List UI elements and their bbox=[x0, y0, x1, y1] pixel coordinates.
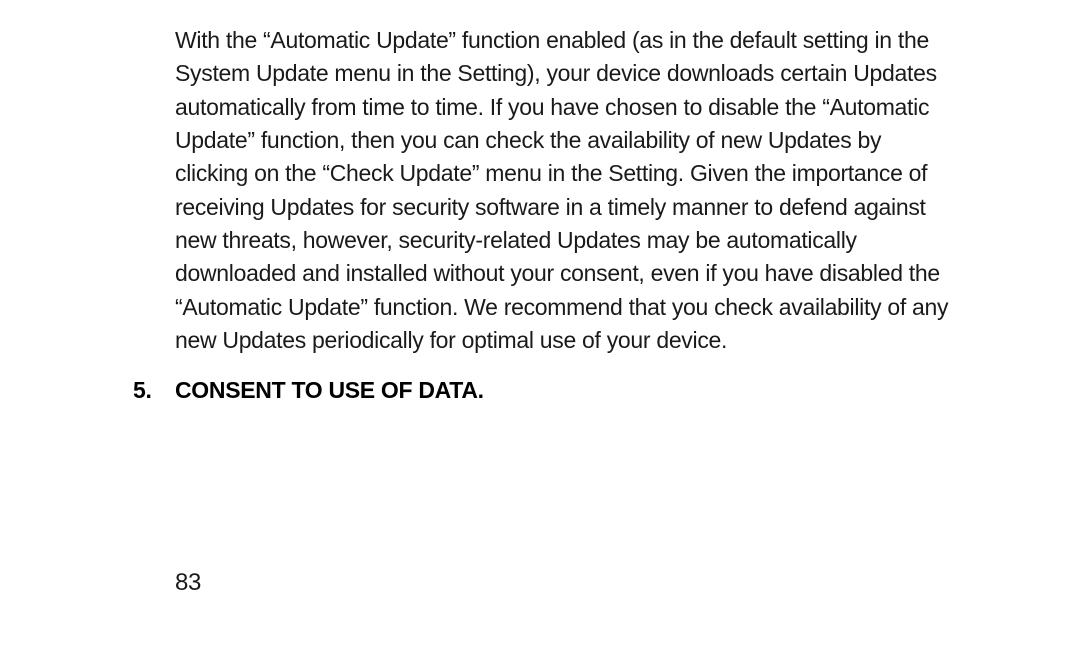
page-number: 83 bbox=[175, 569, 201, 597]
document-content: With the “Automatic Update” function ena… bbox=[175, 24, 952, 404]
body-paragraph: With the “Automatic Update” function ena… bbox=[175, 24, 952, 357]
section-header: 5.CONSENT TO USE OF DATA. bbox=[133, 377, 952, 404]
section-number: 5. bbox=[133, 377, 175, 404]
section-title: CONSENT TO USE OF DATA. bbox=[175, 377, 484, 403]
